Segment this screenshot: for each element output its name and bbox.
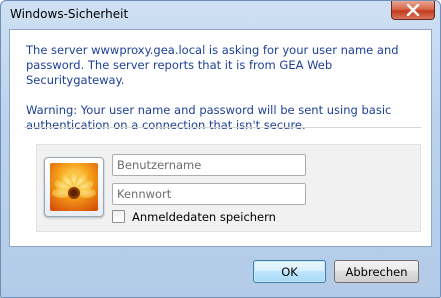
close-icon <box>406 4 420 16</box>
password-field[interactable] <box>112 183 306 205</box>
remember-label: Anmeldedaten speichern <box>132 209 276 224</box>
username-field[interactable] <box>112 154 306 176</box>
server-message: The server wwwproxy.gea.local is asking … <box>26 43 399 87</box>
credential-panel: Anmeldedaten speichern <box>36 144 421 232</box>
window-title: Windows-Sicherheit <box>10 7 129 21</box>
avatar <box>44 157 104 217</box>
remember-credentials[interactable]: Anmeldedaten speichern <box>112 209 276 224</box>
title-bar[interactable]: Windows-Sicherheit <box>1 1 440 29</box>
separator <box>24 127 421 128</box>
user-avatar-flower-icon <box>50 163 98 211</box>
remember-checkbox[interactable] <box>112 210 125 223</box>
warning-message: Warning: Your user name and password wil… <box>26 103 392 132</box>
close-button[interactable] <box>391 1 435 20</box>
security-dialog: Windows-Sicherheit The server wwwproxy.g… <box>0 0 441 298</box>
ok-button[interactable]: OK <box>253 260 326 283</box>
cancel-button[interactable]: Abbrechen <box>334 260 419 283</box>
dialog-content: The server wwwproxy.gea.local is asking … <box>9 29 432 247</box>
message-area: The server wwwproxy.gea.local is asking … <box>26 43 421 133</box>
